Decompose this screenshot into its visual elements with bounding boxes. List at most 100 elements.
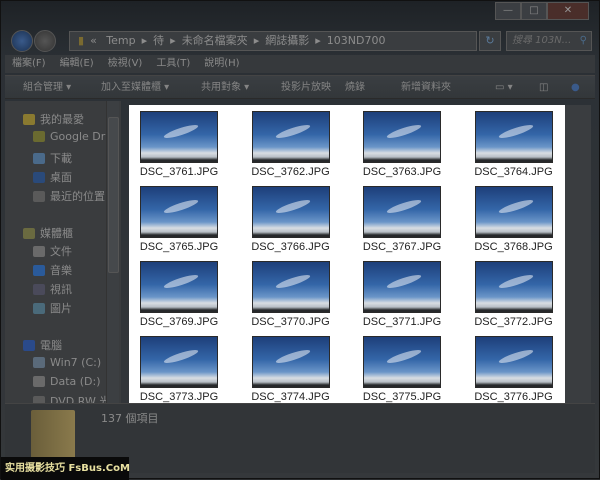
breadcrumb-arrow-icon[interactable]: ▸ (315, 34, 321, 47)
nav-item-3[interactable]: 桌面 (33, 169, 72, 185)
file-item[interactable]: DSC_3770.JPG (241, 261, 341, 328)
file-name: DSC_3773.JPG (139, 391, 219, 403)
file-item[interactable]: DSC_3762.JPG (241, 111, 341, 178)
breadcrumb-3[interactable]: 網誌攝影 (265, 34, 309, 47)
preview-pane-icon[interactable]: ◫ (539, 76, 548, 100)
image-thumbnail (363, 186, 441, 238)
file-name: DSC_3772.JPG (474, 316, 553, 328)
image-thumbnail (140, 111, 218, 163)
file-item[interactable]: DSC_3773.JPG (129, 336, 229, 403)
maximize-button[interactable]: □ (521, 2, 547, 20)
nav-item-label: Data (D:) (50, 375, 101, 388)
file-name: DSC_3770.JPG (251, 316, 330, 328)
image-thumbnail (474, 336, 553, 388)
change-view-icon[interactable]: ▭ ▾ (495, 76, 513, 100)
search-icon: ⚲ (579, 35, 587, 46)
image-thumbnail (474, 111, 553, 163)
image-thumbnail (140, 186, 218, 238)
forward-button[interactable] (34, 30, 56, 52)
breadcrumb-arrow-icon[interactable]: ▸ (170, 34, 176, 47)
nav-item-label: Google Dri (50, 130, 109, 143)
file-item[interactable]: DSC_3764.JPG (464, 111, 564, 178)
videos-icon (33, 283, 45, 295)
image-thumbnail (140, 261, 218, 313)
file-item[interactable]: DSC_3768.JPG (464, 186, 564, 253)
watermark: 实用摄影技巧 FsBus.CoM (1, 457, 130, 480)
nav-item-11[interactable]: Win7 (C:) (33, 356, 101, 369)
toolbar-button-4[interactable]: 燒錄 (345, 76, 365, 100)
toolbar-button-5[interactable]: 新增資料夾 (401, 76, 451, 100)
toolbar-button-2[interactable]: 共用對象 ▾ (201, 76, 249, 100)
back-button[interactable] (11, 30, 33, 52)
menu-item-4[interactable]: 說明(H) (204, 55, 239, 73)
image-thumbnail (251, 111, 330, 163)
search-placeholder: 搜尋 103N... (512, 35, 572, 46)
minimize-button[interactable]: — (495, 2, 521, 20)
file-item[interactable]: DSC_3766.JPG (241, 186, 341, 253)
file-item[interactable]: DSC_3772.JPG (464, 261, 564, 328)
toolbar-button-0[interactable]: 組合管理 ▾ (23, 76, 71, 100)
toolbar-button-3[interactable]: 投影片放映 (281, 76, 331, 100)
breadcrumb-arrow-icon[interactable]: ▸ (254, 34, 260, 47)
file-name: DSC_3762.JPG (251, 166, 330, 178)
nav-item-10[interactable]: 電腦 (23, 337, 62, 353)
refresh-button[interactable]: ↻ (479, 31, 501, 51)
nav-item-6[interactable]: 文件 (33, 243, 72, 259)
file-name: DSC_3765.JPG (139, 241, 219, 253)
documents-icon (33, 245, 45, 257)
file-item[interactable]: DSC_3763.JPG (352, 111, 452, 178)
scroll-thumb[interactable] (108, 117, 119, 273)
file-item[interactable]: DSC_3776.JPG (464, 336, 564, 403)
nav-item-13[interactable]: DVD RW 光 (33, 393, 110, 403)
file-name: DSC_3768.JPG (474, 241, 553, 253)
nav-item-12[interactable]: Data (D:) (33, 375, 101, 388)
file-item[interactable]: DSC_3774.JPG (241, 336, 341, 403)
breadcrumb-2[interactable]: 未命名檔案夾 (182, 34, 248, 47)
image-thumbnail (363, 111, 441, 163)
nav-item-label: 文件 (50, 245, 72, 258)
file-item[interactable]: DSC_3771.JPG (352, 261, 452, 328)
nav-item-1[interactable]: Google Dri (33, 130, 108, 143)
breadcrumb-overflow[interactable]: « (90, 34, 97, 47)
close-button[interactable]: ✕ (547, 2, 589, 20)
nav-item-label: 下載 (50, 152, 72, 165)
menu-item-1[interactable]: 編輯(E) (60, 55, 94, 73)
menu-bar: 檔案(F) 編輯(E) 檢視(V) 工具(T) 說明(H) (5, 55, 595, 73)
nav-item-8[interactable]: 視訊 (33, 281, 72, 297)
nav-item-4[interactable]: 最近的位置 (33, 188, 105, 204)
breadcrumb-4[interactable]: 103ND700 (327, 34, 386, 47)
nav-item-label: 電腦 (40, 339, 62, 352)
nav-item-label: 視訊 (50, 283, 72, 296)
help-icon[interactable]: ● (571, 76, 580, 100)
nav-item-7[interactable]: 音樂 (33, 262, 72, 278)
nav-scrollbar[interactable] (106, 101, 119, 403)
nav-item-5[interactable]: 媒體櫃 (23, 225, 73, 241)
file-item[interactable]: DSC_3769.JPG (129, 261, 229, 328)
address-bar[interactable]: ▮ « Temp ▸ 待 ▸ 未命名檔案夾 ▸ 網誌攝影 ▸ 103ND700 (69, 31, 477, 51)
command-bar: ▭ ▾ ◫ ● 組合管理 ▾ 加入至媒體櫃 ▾ 共用對象 ▾ 投影片放映 燒錄 新增資料夾 (5, 75, 595, 99)
menu-item-0[interactable]: 檔案(F) (12, 55, 46, 73)
nav-item-9[interactable]: 圖片 (33, 300, 72, 316)
search-input[interactable]: 搜尋 103N... ⚲ (506, 31, 592, 51)
recent-places-icon (33, 190, 45, 202)
nav-item-0[interactable]: 我的最愛 (23, 111, 84, 127)
menu-item-3[interactable]: 工具(T) (156, 55, 190, 73)
file-item[interactable]: DSC_3775.JPG (352, 336, 452, 403)
nav-item-label: 圖片 (50, 302, 72, 315)
nav-item-2[interactable]: 下載 (33, 150, 72, 166)
music-icon (33, 264, 45, 276)
file-item[interactable]: DSC_3767.JPG (352, 186, 452, 253)
file-name: DSC_3767.JPG (362, 241, 442, 253)
file-item[interactable]: DSC_3761.JPG (129, 111, 229, 178)
content-scrollbar[interactable] (565, 105, 591, 403)
image-thumbnail (140, 336, 218, 388)
file-item[interactable]: DSC_3765.JPG (129, 186, 229, 253)
breadcrumb-0[interactable]: Temp (106, 34, 135, 47)
toolbar-button-1[interactable]: 加入至媒體櫃 ▾ (101, 76, 169, 100)
image-thumbnail (474, 186, 553, 238)
breadcrumb-1[interactable]: 待 (153, 34, 164, 47)
menu-item-2[interactable]: 檢視(V) (108, 55, 143, 73)
nav-item-label: Win7 (C:) (50, 356, 102, 369)
breadcrumb-arrow-icon[interactable]: ▸ (142, 34, 148, 47)
image-thumbnail (474, 261, 553, 313)
